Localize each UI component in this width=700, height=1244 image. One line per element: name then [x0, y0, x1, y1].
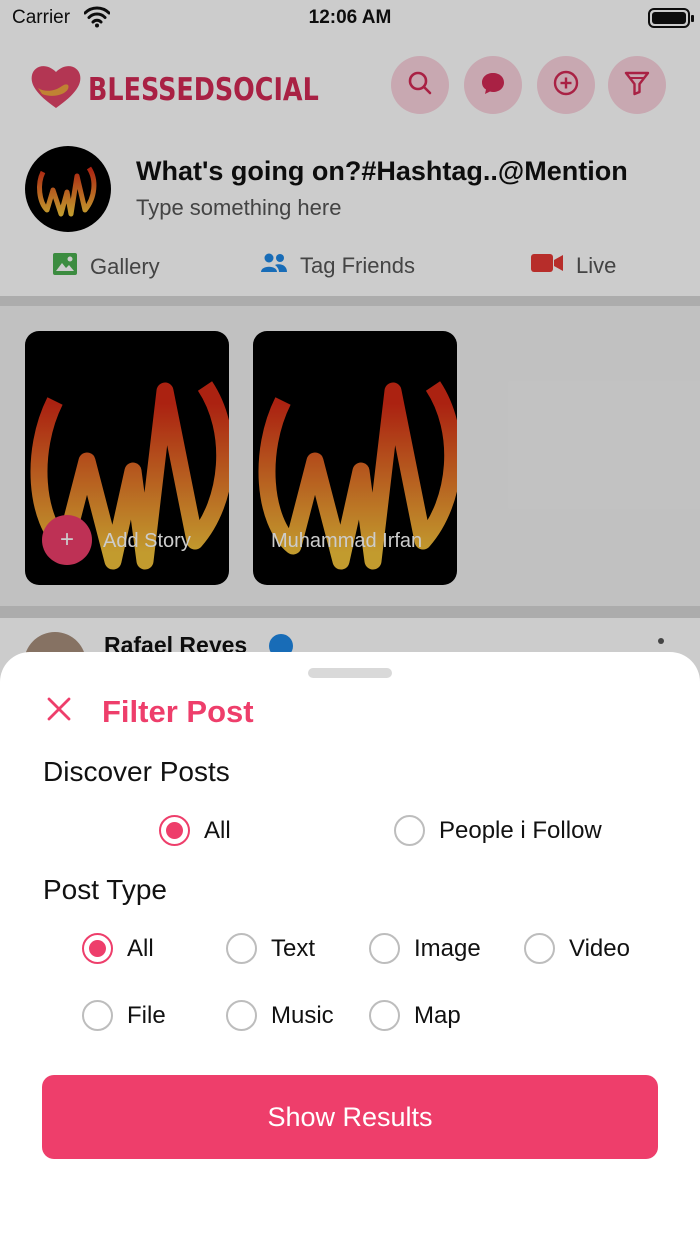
radio-unselected[interactable]: [369, 1000, 400, 1031]
type-option-video[interactable]: Video: [524, 933, 630, 964]
sheet-grabber[interactable]: [308, 668, 392, 678]
option-label: Video: [569, 934, 630, 962]
type-option-all[interactable]: All: [82, 933, 154, 964]
option-label: All: [204, 816, 231, 844]
radio-selected[interactable]: [82, 933, 113, 964]
type-option-music[interactable]: Music: [226, 1000, 334, 1031]
radio-unselected[interactable]: [226, 933, 257, 964]
type-option-text[interactable]: Text: [226, 933, 315, 964]
option-label: File: [127, 1001, 166, 1029]
radio-selected[interactable]: [159, 815, 190, 846]
show-results-button[interactable]: Show Results: [42, 1075, 658, 1159]
type-option-file[interactable]: File: [82, 1000, 166, 1031]
option-label: Music: [271, 1001, 334, 1029]
discover-option-all[interactable]: All: [159, 815, 231, 846]
radio-unselected[interactable]: [369, 933, 400, 964]
close-button[interactable]: [44, 696, 74, 726]
radio-unselected[interactable]: [524, 933, 555, 964]
radio-unselected[interactable]: [226, 1000, 257, 1031]
radio-unselected[interactable]: [394, 815, 425, 846]
discover-option-following[interactable]: People i Follow: [394, 815, 602, 846]
type-option-map[interactable]: Map: [369, 1000, 461, 1031]
type-option-image[interactable]: Image: [369, 933, 481, 964]
option-label: All: [127, 934, 154, 962]
post-type-heading: Post Type: [43, 874, 168, 905]
option-label: Map: [414, 1001, 461, 1029]
radio-unselected[interactable]: [82, 1000, 113, 1031]
option-label: Text: [271, 934, 316, 962]
discover-heading: Discover Posts: [43, 756, 230, 787]
option-label: People i Follow: [439, 816, 602, 844]
sheet-title: Filter Post: [102, 694, 254, 729]
close-icon: [46, 696, 72, 727]
option-label: Image: [414, 934, 481, 962]
filter-sheet: Filter Post Discover Posts All People i …: [0, 652, 700, 1244]
